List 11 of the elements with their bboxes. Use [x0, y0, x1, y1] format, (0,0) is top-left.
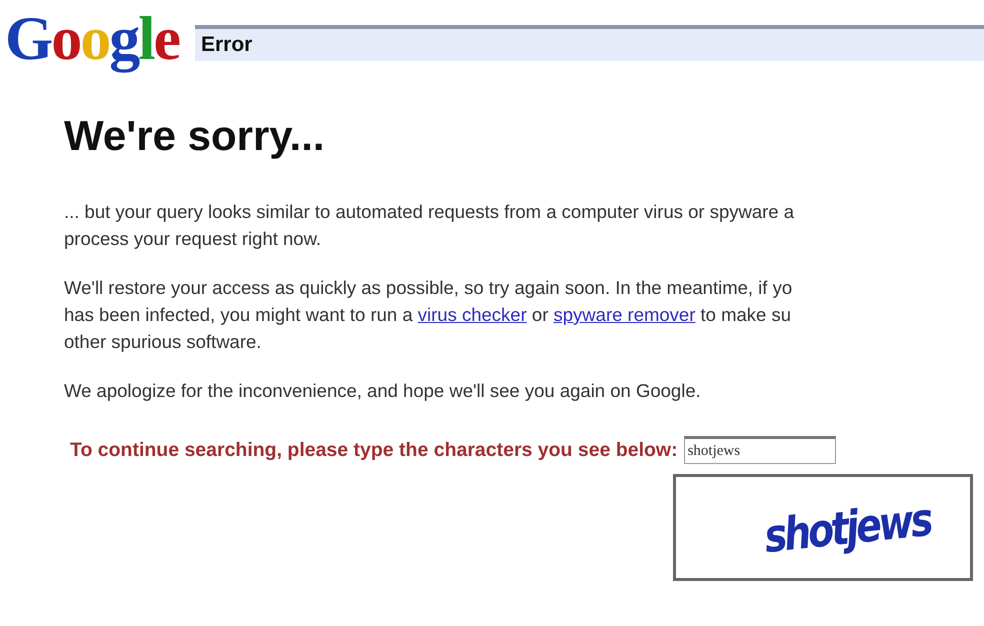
heading: We're sorry... — [64, 112, 326, 160]
page-title: Error — [201, 33, 252, 57]
paragraph: We apologize for the inconvenience, and hope we'll see you again on Google. — [64, 379, 702, 403]
captcha-text: shotjews — [761, 492, 932, 562]
google-logo: Google — [5, 4, 179, 74]
captcha-prompt: To continue searching, please type the characters you see below: — [70, 438, 678, 462]
paragraph: ... but your query looks similar to automated requests from a computer virus or spyware a process your request right now. — [64, 200, 796, 251]
text-link[interactable]: virus checker — [418, 304, 527, 325]
paragraph: We'll restore your access as quickly as possible, so try again soon. In the meantime, if yo has been infected, you might want to run a virus checker or spyware remover to make su other spurious software. — [64, 276, 794, 354]
captcha-input[interactable]: shotjews — [684, 436, 836, 464]
text-link[interactable]: spyware remover — [554, 304, 696, 325]
